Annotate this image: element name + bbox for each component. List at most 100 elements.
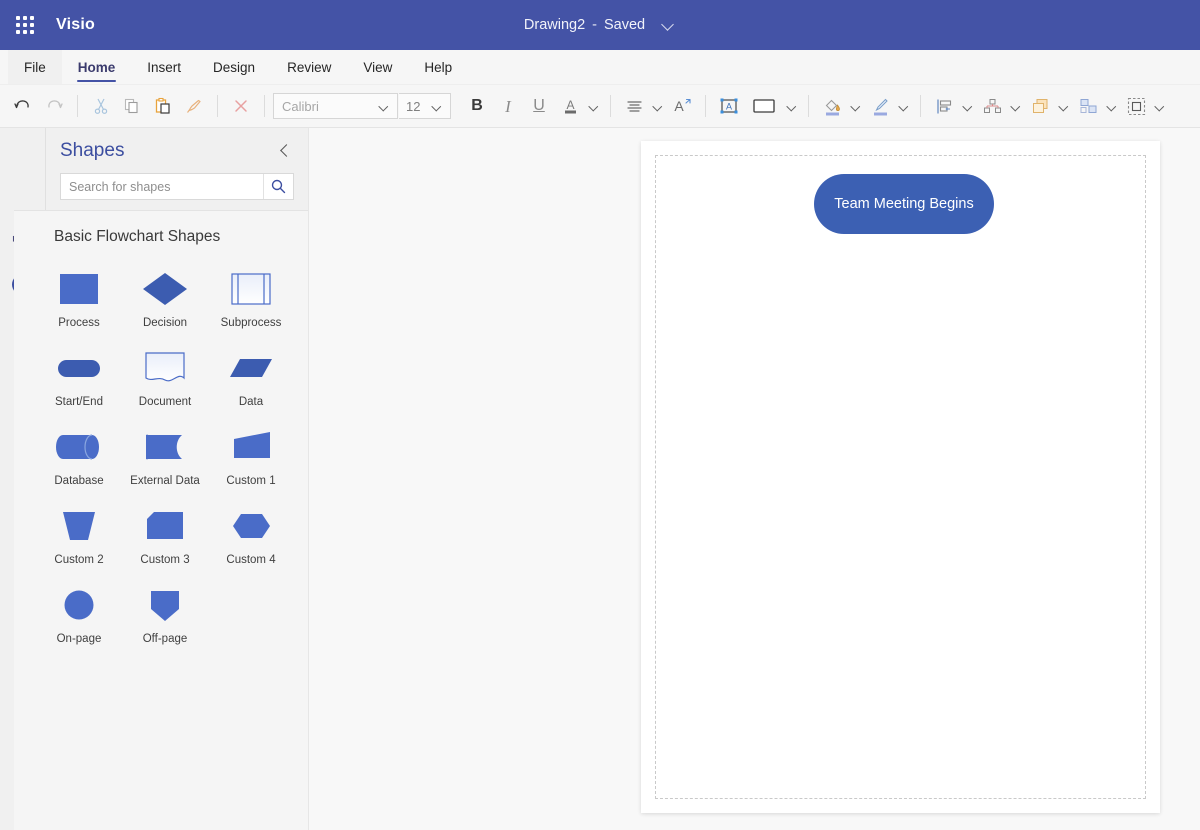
document-name-label[interactable]: Drawing2 [524,17,585,33]
clear-button[interactable] [226,91,256,121]
shape-item-external-data[interactable]: External Data [122,420,208,493]
toolbar-divider-7 [920,95,921,117]
paragraph-align-button[interactable] [619,91,649,121]
tab-file[interactable]: File [8,50,62,84]
tab-view[interactable]: View [347,50,408,84]
search-input[interactable] [61,179,263,194]
select-button[interactable] [1121,91,1151,121]
app-launcher-waffle-icon[interactable] [12,12,38,38]
bring-forward-button[interactable] [1025,91,1055,121]
shape-gallery-button[interactable] [745,91,783,121]
shape-item-process[interactable]: Process [36,262,122,335]
text-direction-button[interactable]: A [667,91,697,121]
font-color-button[interactable]: A [555,91,585,121]
on-page-shape-icon [54,582,104,628]
select-chevron-down-icon[interactable] [1156,102,1165,111]
canvas-shape-start-end[interactable]: Team Meeting Begins [814,174,994,234]
shape-label: Custom 1 [226,475,276,487]
shape-item-custom-2[interactable]: Custom 2 [36,499,122,572]
fill-color-button[interactable] [817,91,847,121]
app-name-label: Visio [56,16,95,33]
svg-text:A: A [674,98,684,114]
shape-item-database[interactable]: Database [36,420,122,493]
shape-label: External Data [130,475,200,487]
italic-button[interactable]: I [493,91,523,121]
collapse-panel-chevron-left-icon[interactable] [276,142,294,160]
bring-forward-chevron-down-icon[interactable] [1060,102,1069,111]
shape-label: Decision [142,317,188,329]
database-shape-icon [54,424,104,470]
bold-button[interactable]: B [462,91,492,121]
shape-item-on-page[interactable]: On-page [36,578,122,651]
title-chevron-down-icon[interactable] [662,18,676,32]
redo-button[interactable] [39,91,69,121]
group-chevron-down-icon[interactable] [1108,102,1117,111]
shape-label: Subprocess [220,317,282,329]
shape-item-data[interactable]: Data [208,341,294,414]
shapes-panel-header: Shapes [46,128,308,173]
shape-item-custom-1[interactable]: Custom 1 [208,420,294,493]
tab-design[interactable]: Design [197,50,271,84]
line-color-button[interactable] [865,91,895,121]
drawing-canvas[interactable]: Team Meeting Begins [308,128,1200,830]
shape-item-custom-3[interactable]: Custom 3 [122,499,208,572]
toolbar-divider-5 [705,95,706,117]
external-data-shape-icon [140,424,190,470]
shape-label: Document [138,396,192,408]
save-status-label: Saved [603,17,646,33]
font-name-chevron-down-icon[interactable] [380,102,389,111]
line-color-chevron-down-icon[interactable] [900,102,909,111]
underline-button[interactable]: U [524,91,554,121]
title-bar: Visio Drawing2 - Saved [0,0,1200,50]
subprocess-shape-icon [226,266,276,312]
drawing-page[interactable]: Team Meeting Begins [641,141,1160,813]
paste-button[interactable] [148,91,178,121]
shapes-panel: Shapes Basic Flowchart Shapes [14,128,308,830]
shape-item-start-end[interactable]: Start/End [36,341,122,414]
custom-2-shape-icon [54,503,104,549]
svg-text:A: A [726,102,732,112]
search-icon[interactable] [263,174,293,199]
shape-label: Custom 4 [226,554,276,566]
shape-item-subprocess[interactable]: Subprocess [208,262,294,335]
align-button[interactable] [929,91,959,121]
italic-label: I [505,96,511,116]
stencil-name-label: Basic Flowchart Shapes [54,228,221,245]
text-box-button[interactable]: A [714,91,744,121]
shape-item-decision[interactable]: Decision [122,262,208,335]
position-button[interactable] [977,91,1007,121]
copy-button[interactable] [117,91,147,121]
fill-color-chevron-down-icon[interactable] [852,102,861,111]
font-size-chevron-down-icon[interactable] [433,102,442,111]
svg-text:A: A [566,98,574,112]
shape-item-document[interactable]: Document [122,341,208,414]
bold-label: B [471,97,483,114]
tab-home[interactable]: Home [62,50,132,84]
stencil-area: Basic Flowchart Shapes Process Decision [14,210,308,830]
tab-insert[interactable]: Insert [131,50,197,84]
undo-button[interactable] [8,91,38,121]
tab-review[interactable]: Review [271,50,347,84]
shape-label: Custom 2 [54,554,104,566]
cut-button[interactable] [86,91,116,121]
font-size-input[interactable]: 12 [399,93,451,119]
position-chevron-down-icon[interactable] [1012,102,1021,111]
shape-label: Process [58,317,100,329]
font-color-chevron-down-icon[interactable] [590,102,599,111]
shape-label: On-page [56,633,102,645]
ribbon-tab-bar: File Home Insert Design Review View Help [0,50,1200,85]
shape-item-off-page[interactable]: Off-page [122,578,208,651]
shape-item-custom-4[interactable]: Custom 4 [208,499,294,572]
format-painter-button[interactable] [179,91,209,121]
shape-gallery-chevron-down-icon[interactable] [788,102,797,111]
process-shape-icon [54,266,104,312]
paragraph-align-chevron-down-icon[interactable] [654,102,663,111]
tab-help[interactable]: Help [408,50,468,84]
align-chevron-down-icon[interactable] [964,102,973,111]
data-shape-icon [226,345,276,391]
custom-4-shape-icon [226,503,276,549]
ribbon-toolbar: Calibri 12 B I U A A A [0,85,1200,128]
font-name-input[interactable]: Calibri [273,93,398,119]
group-button[interactable] [1073,91,1103,121]
search-box[interactable] [60,173,294,200]
